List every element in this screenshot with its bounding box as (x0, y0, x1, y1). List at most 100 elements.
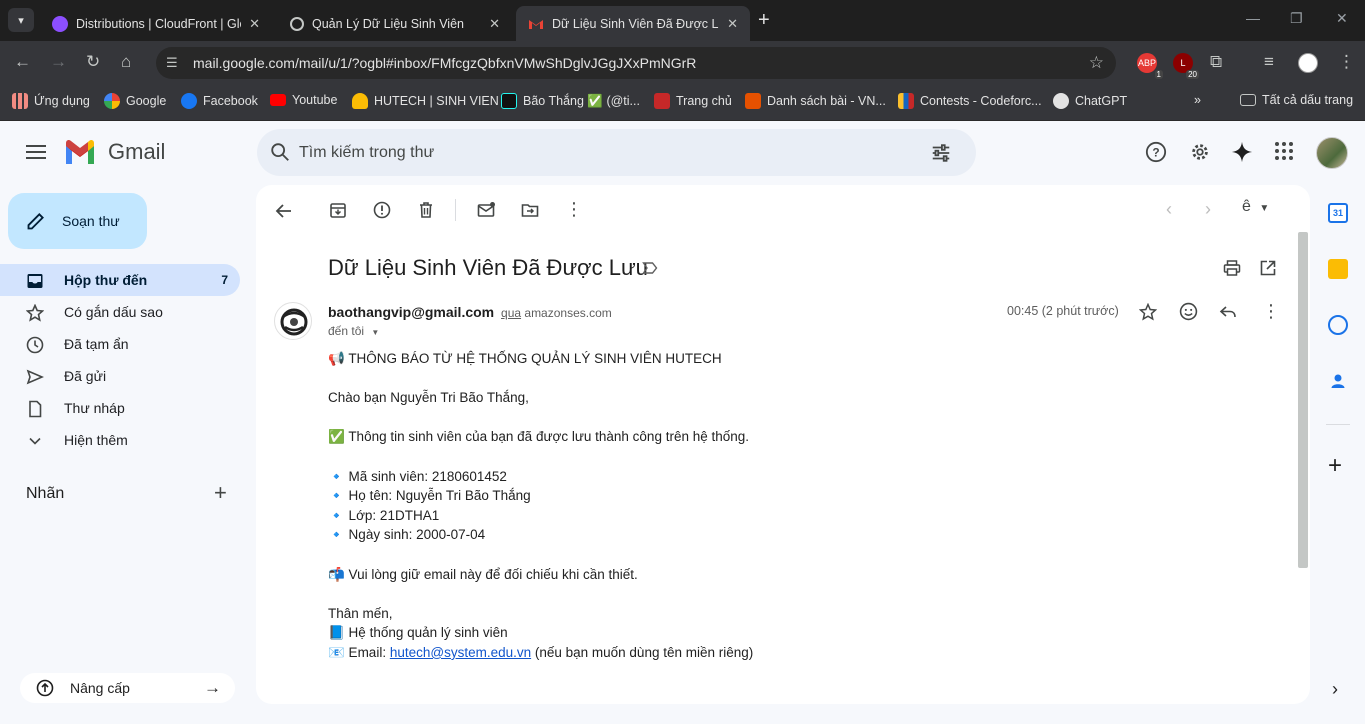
bookmark-vnoj[interactable]: Danh sách bài - VN... (745, 93, 886, 109)
extensions-puzzle-icon[interactable]: ⧉ (1210, 53, 1222, 71)
bookmark-tiktok[interactable]: Bão Thắng ✅ (@ti... (501, 93, 640, 109)
sidebar-item-label: Đã gửi (64, 368, 107, 384)
gmail-logo[interactable]: Gmail (64, 139, 165, 165)
bookmark-label: Google (126, 94, 167, 108)
extension-icon[interactable]: L 20 (1173, 53, 1199, 79)
forward-icon[interactable]: → (50, 53, 67, 71)
help-icon[interactable]: ? (1145, 141, 1167, 163)
print-icon[interactable] (1223, 259, 1241, 277)
get-addons-plus-icon[interactable]: + (1328, 454, 1342, 478)
tab-cloudfront[interactable]: Distributions | CloudFront | Glob ✕ (40, 6, 272, 41)
address-bar[interactable]: ☰ mail.google.com/mail/u/1/?ogbl#inbox/F… (156, 47, 1116, 79)
main-menu-icon[interactable] (26, 145, 46, 163)
clock-icon (26, 336, 44, 354)
bookmark-codeforces[interactable]: Contests - Codeforc... (898, 93, 1042, 109)
sidebar-item-drafts[interactable]: Thư nháp (0, 392, 240, 424)
contacts-icon[interactable] (1328, 371, 1348, 391)
archive-icon[interactable] (329, 201, 347, 219)
calendar-icon[interactable]: 31 (1328, 203, 1348, 223)
sidebar-nav: Hộp thư đến 7 Có gắn dấu sao Đã tạm ẩn Đ… (0, 264, 256, 456)
newer-message-chevron-icon[interactable]: ‹ (1166, 199, 1172, 220)
tab-quan-ly[interactable]: Quản Lý Dữ Liệu Sinh Viên ✕ (278, 6, 512, 41)
bookmark-youtube[interactable]: Youtube (270, 93, 337, 107)
back-icon[interactable]: ← (14, 53, 31, 71)
cloudfront-icon (52, 15, 68, 32)
gemini-sparkle-icon[interactable] (1231, 141, 1253, 163)
close-icon[interactable]: ✕ (727, 16, 738, 32)
reply-icon[interactable] (1219, 303, 1237, 321)
search-bar[interactable] (257, 129, 976, 176)
body-spacer (328, 408, 753, 428)
bookmark-apps[interactable]: Ứng dụng (12, 93, 90, 109)
sidebar-item-snoozed[interactable]: Đã tạm ẩn (0, 328, 240, 360)
reload-icon[interactable]: ↻ (86, 53, 100, 71)
home-icon[interactable]: ⌂ (121, 53, 131, 71)
input-tools-menu[interactable]: ê ▼ (1242, 198, 1269, 216)
close-icon[interactable]: ✕ (249, 16, 260, 32)
media-control-icon[interactable]: ≡ (1264, 53, 1274, 71)
sidebar-item-label: Hộp thư đến (64, 272, 148, 288)
sidebar-item-more[interactable]: Hiện thêm (0, 424, 240, 456)
mark-unread-icon[interactable] (477, 201, 495, 219)
sidebar-item-inbox[interactable]: Hộp thư đến 7 (0, 264, 240, 296)
email-suffix: (nếu bạn muốn dùng tên miền riêng) (531, 644, 754, 660)
all-bookmarks[interactable]: Tất cả dấu trang (1240, 93, 1353, 107)
site-info-icon[interactable]: ☰ (166, 55, 178, 71)
google-apps-icon[interactable] (1274, 141, 1294, 161)
report-spam-icon[interactable] (373, 201, 391, 219)
bookmark-label: ChatGPT (1075, 94, 1128, 108)
sidebar-item-sent[interactable]: Đã gửi (0, 360, 240, 392)
tasks-icon[interactable] (1328, 315, 1348, 335)
bookmark-facebook[interactable]: Facebook (181, 93, 258, 109)
upgrade-button[interactable]: Nâng cấp → (20, 673, 235, 703)
open-new-window-icon[interactable] (1259, 259, 1277, 277)
close-window-icon[interactable]: ✕ (1336, 10, 1348, 27)
search-icon[interactable] (269, 141, 291, 163)
new-tab-button[interactable]: + (758, 9, 770, 32)
details-chevron-icon[interactable]: ▼ (371, 328, 379, 337)
body-line: 📢 THÔNG BÁO TỪ HỆ THỐNG QUẢN LÝ SINH VIÊ… (328, 351, 722, 366)
search-options-icon[interactable] (930, 142, 952, 164)
more-bookmarks-chevron-icon[interactable]: » (1194, 93, 1201, 107)
older-message-chevron-icon[interactable]: › (1205, 199, 1211, 220)
close-icon[interactable]: ✕ (489, 16, 500, 32)
bookmark-label: Danh sách bài - VN... (767, 94, 886, 108)
sender-email[interactable]: baothangvip@gmail.com (328, 304, 494, 320)
star-icon[interactable] (1139, 303, 1157, 321)
hide-side-panel-chevron-icon[interactable]: › (1332, 679, 1338, 700)
compose-button[interactable]: Soạn thư (8, 193, 147, 249)
bookmark-hutech[interactable]: HUTECH | SINH VIEN (352, 93, 499, 109)
emoji-reaction-icon[interactable] (1179, 302, 1198, 321)
delete-trash-icon[interactable] (417, 201, 435, 219)
bookmark-trang-chu[interactable]: Trang chủ (654, 93, 732, 109)
more-actions-icon[interactable]: ⋮ (565, 199, 583, 220)
adblock-extension-icon[interactable]: ABP 1 (1137, 53, 1163, 79)
maximize-icon[interactable]: ❐ (1290, 10, 1303, 27)
tab-strip: ▾ Distributions | CloudFront | Glob ✕ Qu… (0, 0, 1365, 41)
keep-icon[interactable] (1328, 259, 1348, 279)
tab-search-button[interactable]: ▾ (8, 8, 34, 32)
url-text[interactable]: mail.google.com/mail/u/1/?ogbl#inbox/FMf… (193, 55, 696, 71)
sidebar-item-starred[interactable]: Có gắn dấu sao (0, 296, 240, 328)
sender-avatar[interactable] (274, 302, 312, 340)
tab-gmail[interactable]: Dữ Liệu Sinh Viên Đã Được Lưu ✕ (516, 6, 750, 41)
back-to-inbox-icon[interactable] (274, 201, 294, 221)
contact-email-link[interactable]: hutech@system.edu.vn (390, 645, 531, 660)
move-to-folder-icon[interactable] (521, 201, 539, 219)
bookmark-chatgpt[interactable]: ChatGPT (1053, 93, 1127, 109)
message-scrollbar[interactable] (1298, 232, 1308, 568)
search-input[interactable] (299, 141, 899, 165)
menu-kebab-icon[interactable]: ⋮ (1338, 53, 1355, 71)
minimize-icon[interactable]: — (1246, 10, 1260, 26)
recipient-line[interactable]: đến tôi ▼ (328, 324, 379, 338)
profile-avatar-icon[interactable] (1298, 53, 1318, 73)
settings-gear-icon[interactable] (1189, 141, 1211, 163)
more-message-options-icon[interactable]: ⋮ (1262, 301, 1280, 322)
bookmark-star-icon[interactable]: ☆ (1089, 53, 1104, 73)
add-label-icon[interactable]: + (214, 482, 227, 504)
importance-marker-icon[interactable] (642, 261, 658, 275)
ext-label: ABP (1137, 58, 1156, 68)
via-link[interactable]: qua (501, 306, 521, 320)
body-line: 🔹 Họ tên: Nguyễn Tri Bão Thắng (328, 488, 531, 504)
bookmark-google[interactable]: Google (104, 93, 166, 109)
